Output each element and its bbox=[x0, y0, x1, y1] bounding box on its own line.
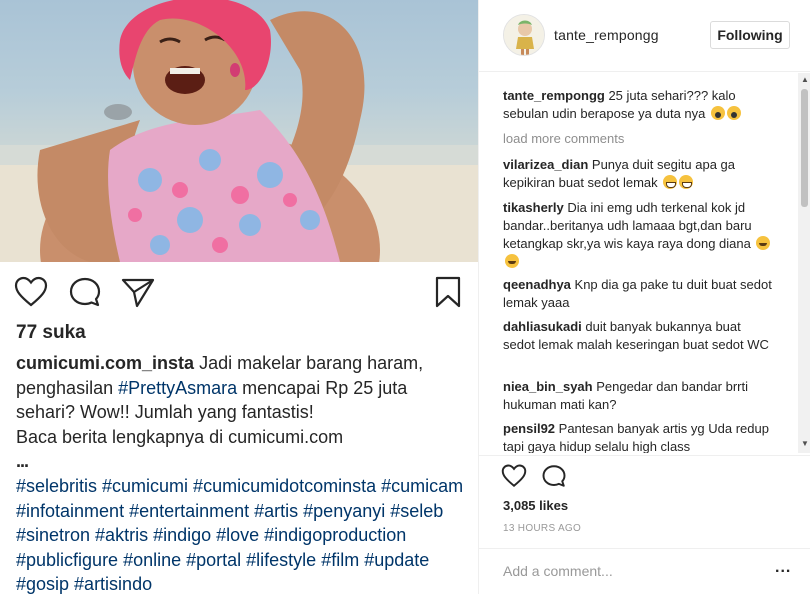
comment-username[interactable]: dahliasukadi bbox=[503, 319, 582, 334]
sweat-smile-emoji-icon bbox=[663, 175, 678, 189]
comment-item: vilarizea_dian Punya duit segitu apa ga … bbox=[503, 156, 773, 192]
caption-dots: ... bbox=[16, 451, 29, 472]
caption-hashtag-link[interactable]: #PrettyAsmara bbox=[118, 378, 237, 398]
scroll-down-arrow-icon[interactable]: ▼ bbox=[801, 439, 809, 448]
following-button[interactable]: Following bbox=[710, 21, 790, 49]
heart-icon[interactable] bbox=[14, 276, 48, 313]
comment-item: niea_bin_syah Pengedar dan bandar brrti … bbox=[503, 378, 773, 414]
comment-username[interactable]: qeenadhya bbox=[503, 277, 571, 292]
comment-item: dahliasukadi duit banyak bukannya buat s… bbox=[503, 318, 773, 354]
comment-icon[interactable] bbox=[68, 276, 102, 313]
left-panel: 77 suka cumicumi.com_insta Jadi makelar … bbox=[0, 0, 478, 594]
side-action-bar bbox=[479, 455, 810, 495]
heart-icon[interactable] bbox=[501, 464, 527, 493]
post-header: tante_rempongg Following bbox=[479, 0, 810, 72]
likes-count[interactable]: 3,085 likes bbox=[503, 498, 568, 513]
grimace-emoji-icon bbox=[505, 254, 519, 268]
post-caption: cumicumi.com_insta Jadi makelar barang h… bbox=[16, 351, 466, 594]
comment-username[interactable]: pensil92 bbox=[503, 421, 555, 436]
scroll-up-arrow-icon[interactable]: ▲ bbox=[801, 75, 809, 84]
comment-username[interactable]: tikasherly bbox=[503, 200, 564, 215]
post-likes-count[interactable]: 77 suka bbox=[16, 322, 86, 344]
comments-list: tante_rempongg 25 juta sehari??? kalo se… bbox=[479, 73, 799, 453]
add-comment-input[interactable] bbox=[503, 561, 753, 581]
comment-username[interactable]: vilarizea_dian bbox=[503, 157, 588, 172]
comment-icon[interactable] bbox=[541, 464, 567, 493]
sweat-smile-emoji-icon bbox=[679, 175, 694, 189]
load-more-comments-link[interactable]: load more comments bbox=[503, 131, 624, 146]
bookmark-icon[interactable] bbox=[434, 276, 462, 313]
scream-emoji-icon bbox=[727, 106, 741, 120]
author-comment: tante_rempongg 25 juta sehari??? kalo se… bbox=[503, 87, 773, 123]
header-username[interactable]: tante_rempongg bbox=[554, 27, 659, 43]
grimace-emoji-icon bbox=[756, 236, 771, 250]
comments-scrollbar[interactable]: ▲ ▼ bbox=[798, 73, 810, 453]
instagram-post-view: 77 suka cumicumi.com_insta Jadi makelar … bbox=[0, 0, 810, 594]
comment-item: tikasherly Dia ini emg udh terkenal kok … bbox=[503, 199, 773, 271]
post-photo bbox=[0, 0, 478, 262]
share-icon[interactable] bbox=[120, 276, 156, 313]
avatar[interactable] bbox=[503, 14, 545, 56]
comment-username[interactable]: tante_rempongg bbox=[503, 88, 605, 103]
caption-username[interactable]: cumicumi.com_insta bbox=[16, 353, 194, 373]
comment-username[interactable]: niea_bin_syah bbox=[503, 379, 593, 394]
comments-panel: tante_rempongg Following tante_rempongg … bbox=[478, 0, 810, 594]
comment-item: pensil92 Pantesan banyak artis yg Uda re… bbox=[503, 420, 773, 453]
caption-read-more-line: Baca berita lengkapnya di cumicumi.com bbox=[16, 426, 344, 447]
caption-hashtags[interactable]: #selebritis #cumicumi #cumicumidotcomins… bbox=[16, 476, 463, 594]
add-comment-bar: ... bbox=[479, 548, 810, 594]
scrollbar-thumb[interactable] bbox=[801, 89, 808, 207]
scream-emoji-icon bbox=[711, 106, 725, 120]
comment-item: qeenadhya Knp dia ga pake tu duit buat s… bbox=[503, 276, 773, 312]
post-timestamp[interactable]: 13 HOURS AGO bbox=[503, 523, 581, 534]
more-options-icon[interactable]: ... bbox=[775, 559, 791, 577]
post-action-bar bbox=[0, 270, 478, 316]
